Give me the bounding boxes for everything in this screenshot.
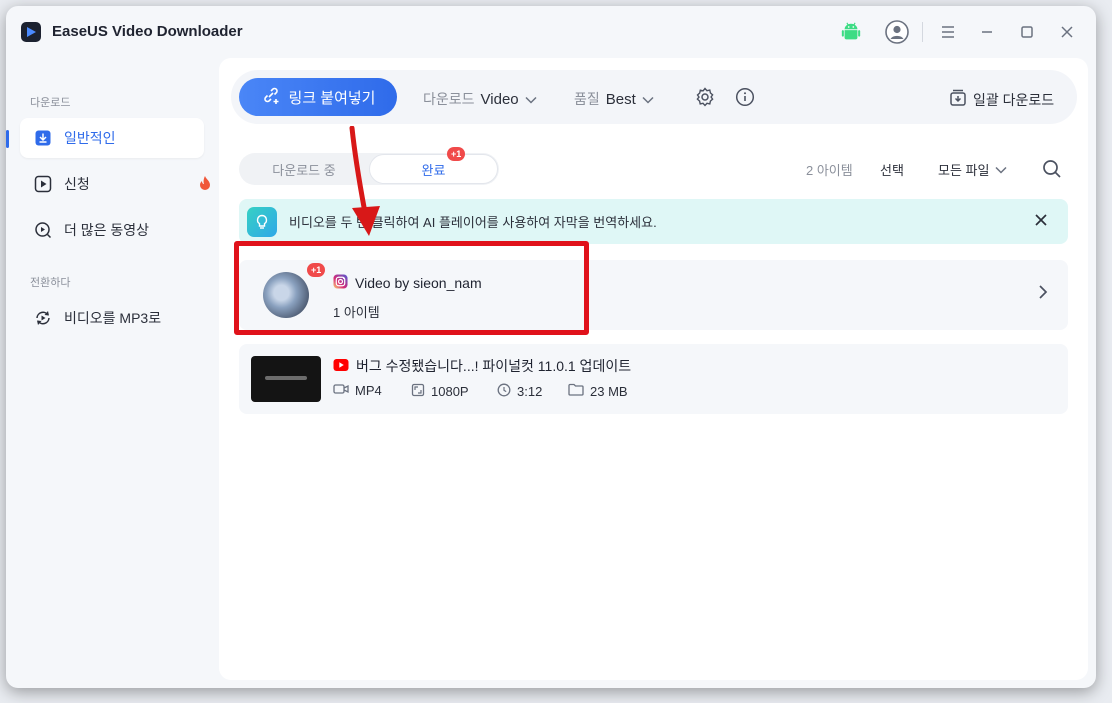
minimize-icon[interactable] bbox=[975, 20, 999, 44]
sidebar-item-more-videos[interactable]: 더 많은 동영상 bbox=[20, 210, 204, 250]
sidebar-item-apps[interactable]: 신청 bbox=[20, 164, 210, 204]
clock-icon bbox=[497, 383, 511, 400]
video-thumbnail bbox=[251, 356, 321, 402]
item-title-row: 버그 수정됐습니다...! 파이널컷 11.0.1 업데이트 bbox=[333, 356, 631, 376]
active-indicator bbox=[6, 130, 9, 148]
chevron-down-icon bbox=[525, 91, 537, 107]
paste-link-label: 링크 붙여넣기 bbox=[288, 89, 376, 107]
video-camera-icon bbox=[333, 383, 349, 398]
youtube-icon bbox=[333, 358, 349, 375]
format-meta: MP4 bbox=[333, 383, 382, 398]
convert-icon bbox=[32, 307, 54, 329]
list-item[interactable]: 버그 수정됐습니다...! 파이널컷 11.0.1 업데이트 MP4 1080P… bbox=[239, 344, 1068, 414]
sidebar-item-label: 더 많은 동영상 bbox=[64, 222, 150, 238]
user-avatar-icon[interactable] bbox=[885, 20, 909, 44]
sidebar-item-label: 비디오를 MP3로 bbox=[64, 310, 162, 326]
duration-value: 3:12 bbox=[517, 384, 543, 399]
file-filter-label: 모든 파일 bbox=[938, 163, 990, 178]
annotation-arrow-icon bbox=[349, 126, 380, 236]
title-separator bbox=[922, 22, 923, 42]
chevron-down-icon bbox=[995, 162, 1007, 177]
download-type-label: 다운로드 bbox=[423, 91, 475, 107]
close-icon[interactable] bbox=[1034, 213, 1048, 230]
app-title: EaseUS Video Downloader bbox=[52, 23, 243, 40]
lightbulb-icon bbox=[247, 206, 277, 237]
folder-icon bbox=[568, 383, 584, 399]
item-count: 2 아이템 bbox=[806, 163, 853, 178]
completed-badge: +1 bbox=[447, 147, 466, 161]
file-filter-dropdown[interactable]: 모든 파일 bbox=[938, 160, 1007, 179]
settings-gear-icon[interactable] bbox=[694, 86, 716, 108]
sidebar-section-convert: 전환하다 bbox=[30, 277, 71, 289]
maximize-icon[interactable] bbox=[1015, 20, 1039, 44]
select-button[interactable]: 선택 bbox=[880, 160, 904, 179]
batch-download-label: 일괄 다운로드 bbox=[973, 91, 1055, 108]
link-plus-icon bbox=[261, 85, 281, 109]
download-type-value: Video bbox=[480, 90, 519, 108]
sidebar-item-video-to-mp3[interactable]: 비디오를 MP3로 bbox=[20, 298, 204, 338]
android-icon[interactable] bbox=[839, 20, 863, 44]
batch-download-icon bbox=[949, 89, 967, 110]
format-value: MP4 bbox=[355, 383, 382, 398]
toolbar: 링크 붙여넣기 다운로드 Video 품질 Best 일괄 다운로드 bbox=[231, 70, 1077, 124]
info-icon[interactable] bbox=[734, 86, 756, 108]
chevron-down-icon bbox=[642, 91, 654, 107]
duration-meta: 3:12 bbox=[497, 383, 542, 400]
item-title: 버그 수정됐습니다...! 파이널컷 11.0.1 업데이트 bbox=[356, 358, 632, 374]
quality-label: 품질 bbox=[574, 91, 600, 107]
tab-completed[interactable]: 완료 bbox=[369, 154, 498, 184]
menu-icon[interactable] bbox=[936, 20, 960, 44]
size-meta: 23 MB bbox=[568, 383, 628, 399]
sidebar-item-label: 일반적인 bbox=[64, 130, 116, 146]
sidebar: 다운로드 일반적인 신청 더 많은 동영상 전환하다 비디오를 MP3로 bbox=[6, 58, 219, 688]
quality-value: Best bbox=[605, 90, 636, 108]
size-value: 23 MB bbox=[590, 383, 628, 399]
fire-icon bbox=[198, 175, 212, 194]
batch-download-button[interactable]: 일괄 다운로드 bbox=[949, 89, 1054, 110]
sidebar-item-general[interactable]: 일반적인 bbox=[20, 118, 204, 158]
sidebar-section-download: 다운로드 bbox=[30, 97, 71, 109]
download-box-icon bbox=[32, 127, 54, 149]
resolution-value: 1080P bbox=[431, 384, 469, 399]
thumbnail-caption bbox=[265, 376, 307, 380]
download-type-dropdown[interactable]: 다운로드 Video bbox=[423, 89, 537, 109]
title-bar: EaseUS Video Downloader bbox=[6, 6, 1096, 58]
chevron-right-icon[interactable] bbox=[1038, 284, 1048, 305]
resolution-icon bbox=[411, 383, 425, 400]
sidebar-item-label: 신청 bbox=[64, 176, 90, 192]
close-window-icon[interactable] bbox=[1055, 20, 1079, 44]
quality-dropdown[interactable]: 품질 Best bbox=[574, 89, 654, 109]
paste-link-button[interactable]: 링크 붙여넣기 bbox=[239, 78, 397, 116]
resolution-meta: 1080P bbox=[411, 383, 469, 400]
app-logo-icon bbox=[21, 22, 41, 42]
play-box-icon bbox=[32, 173, 54, 195]
highlight-box bbox=[234, 241, 589, 335]
search-icon[interactable] bbox=[1041, 158, 1063, 180]
search-play-icon bbox=[32, 219, 54, 241]
app-window: EaseUS Video Downloader 다운로드 일반적인 신청 더 많… bbox=[6, 6, 1096, 688]
